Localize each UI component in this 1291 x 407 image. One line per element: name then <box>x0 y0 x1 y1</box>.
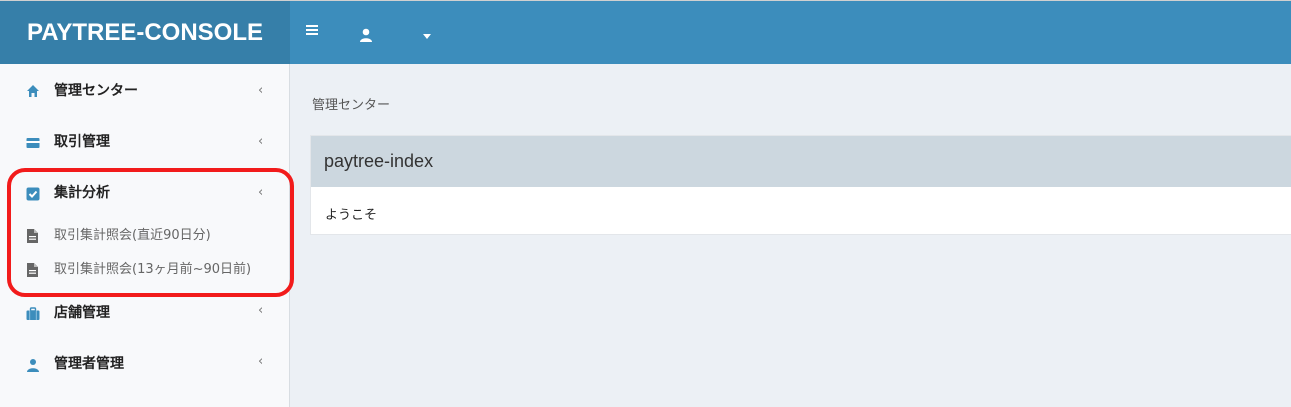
user-icon[interactable] <box>358 27 374 43</box>
briefcase-icon <box>26 307 40 320</box>
sidebar-item-analytics[interactable]: 集計分析 ‹ <box>0 168 290 218</box>
sidebar-item-transactions[interactable]: 取引管理 ‹ <box>0 116 290 166</box>
sidebar-subitem-recent-90days[interactable]: 取引集計照会(直近90日分) <box>0 219 290 253</box>
chevron-left-icon: ‹ <box>258 185 264 200</box>
file-icon <box>27 229 38 243</box>
box-title: paytree-index <box>324 151 434 171</box>
chevron-left-icon: ‹ <box>258 354 264 369</box>
caret-down-icon[interactable] <box>420 31 434 41</box>
sidebar-item-stores[interactable]: 店舗管理 ‹ <box>0 289 290 339</box>
hamburger-menu-icon[interactable] <box>306 23 320 37</box>
sidebar-subitem-13months[interactable]: 取引集計照会(13ヶ月前~90日前) <box>0 253 290 287</box>
checkbox-icon <box>26 187 40 201</box>
breadcrumb[interactable]: 管理センター <box>312 94 390 113</box>
sidebar-item-label: 集計分析 <box>54 185 110 201</box>
credit-card-icon <box>26 138 40 148</box>
box-body-text: ようこそ <box>325 208 378 223</box>
top-header: PAYTREE-CONSOLE <box>0 0 1291 65</box>
chevron-left-icon: ‹ <box>258 134 264 149</box>
chevron-left-icon: ‹ <box>258 83 264 98</box>
sidebar-subitem-label: 取引集計照会(直近90日分) <box>54 228 211 243</box>
sidebar-subitem-label: 取引集計照会(13ヶ月前~90日前) <box>54 262 252 277</box>
sidebar-item-label: 管理センター <box>54 83 138 99</box>
user-icon <box>27 359 39 372</box>
box-header: paytree-index <box>311 136 1291 187</box>
sidebar-item-label: 取引管理 <box>54 134 110 150</box>
home-icon <box>27 85 39 97</box>
content-box: paytree-index ようこそ <box>310 135 1291 235</box>
file-icon <box>27 263 38 277</box>
chevron-left-icon: ‹ <box>258 303 264 318</box>
sidebar-item-label: 店舗管理 <box>54 305 110 321</box>
sidebar-item-admins[interactable]: 管理者管理 ‹ <box>0 340 290 390</box>
sidebar-item-admin-center[interactable]: 管理センター ‹ <box>0 66 290 116</box>
brand-logo[interactable]: PAYTREE-CONSOLE <box>0 1 290 65</box>
sidebar-item-label: 管理者管理 <box>54 356 124 372</box>
